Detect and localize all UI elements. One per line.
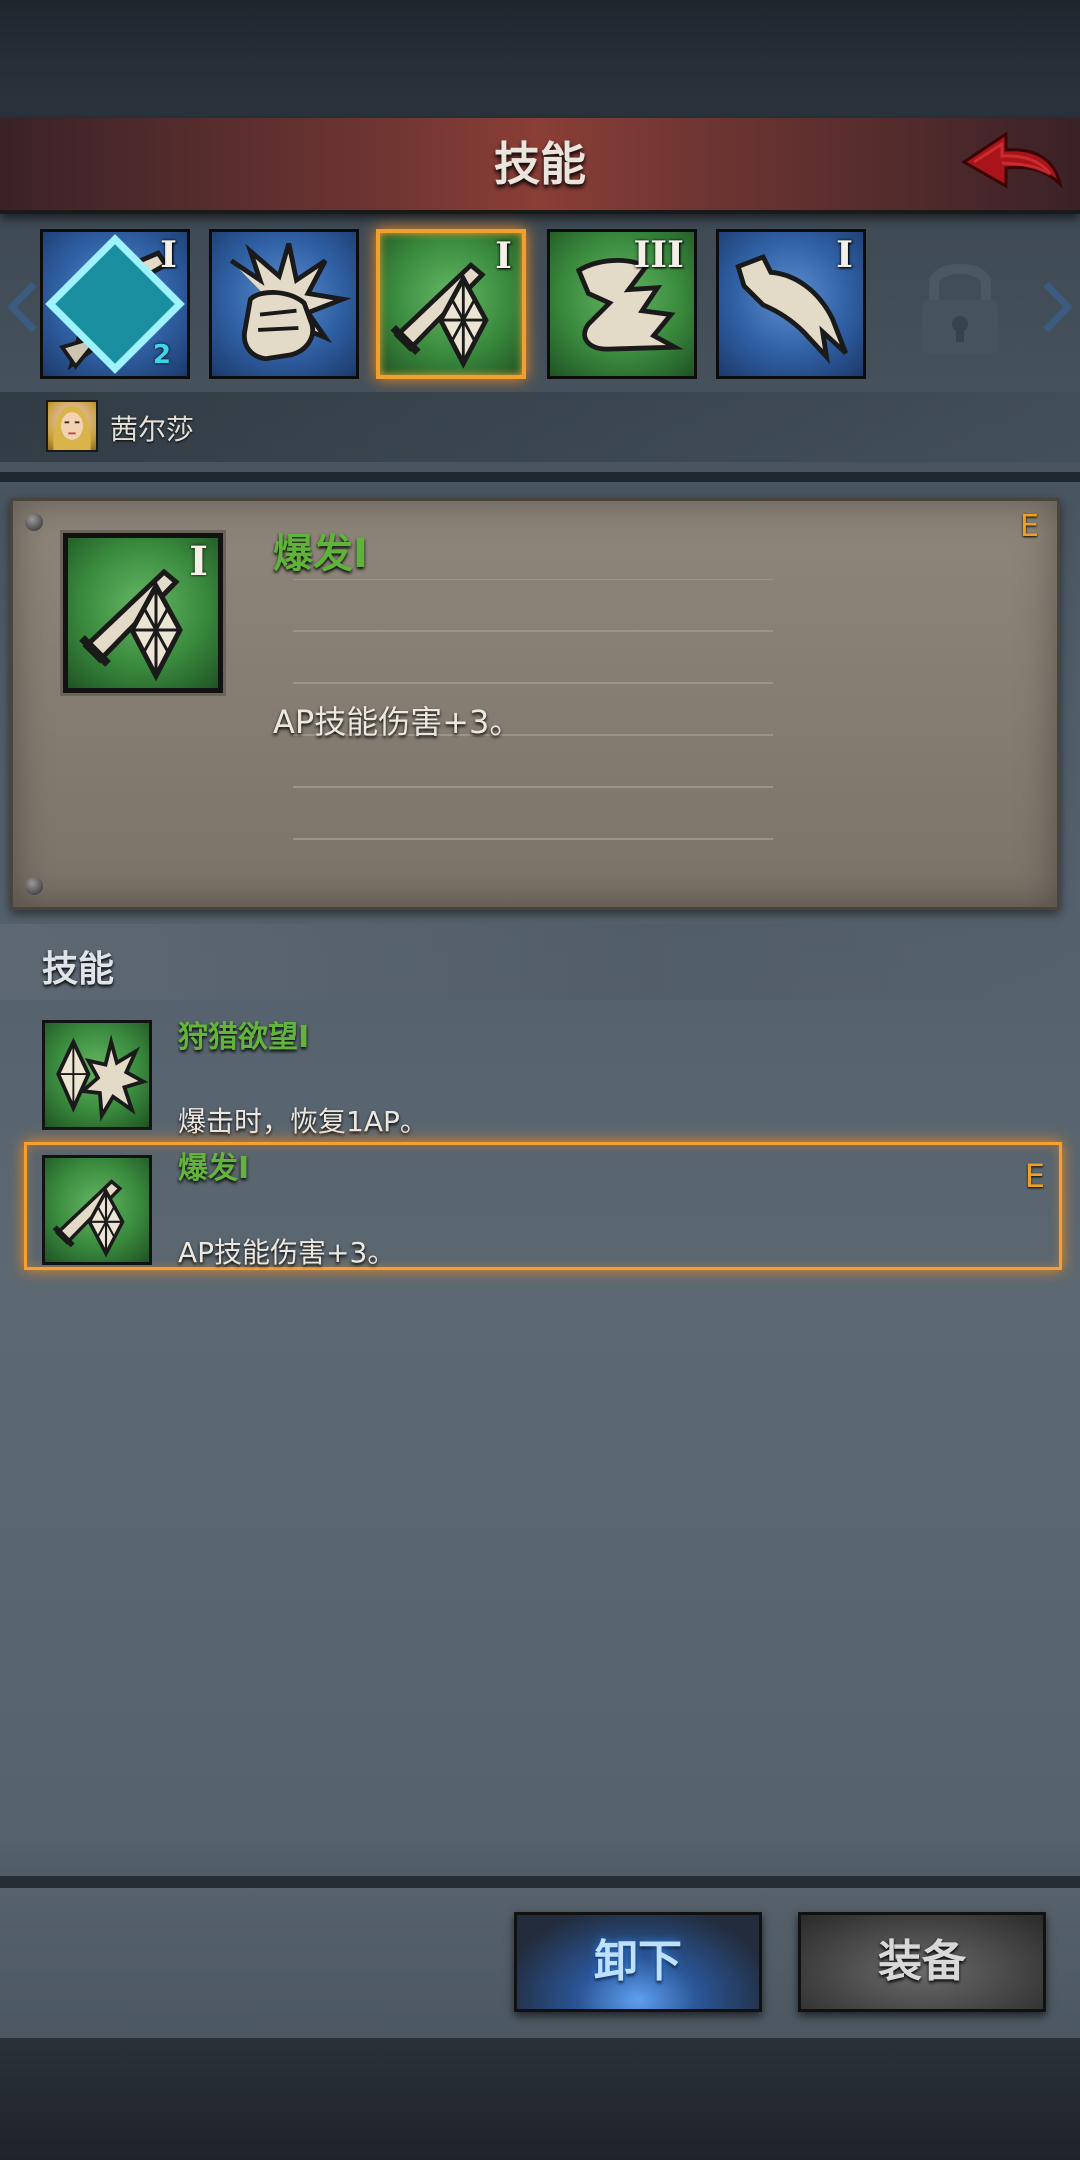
fist-impact-icon bbox=[229, 242, 352, 362]
padlock-icon bbox=[922, 264, 998, 354]
avatar[interactable] bbox=[46, 400, 98, 452]
list-skill-description: 爆击时，恢复1AP。 bbox=[178, 1105, 428, 1138]
list-skill-icon bbox=[42, 1155, 152, 1265]
skill-rank: I bbox=[836, 234, 853, 276]
chevron-right-icon[interactable] bbox=[1040, 280, 1074, 334]
title-bar: 技能 bbox=[0, 118, 1080, 214]
character-row: 茜尔莎 bbox=[0, 392, 1080, 462]
skill-tab-2[interactable] bbox=[209, 229, 359, 379]
skill-rank: I bbox=[189, 538, 208, 585]
detail-skill-icon: I bbox=[63, 533, 223, 693]
skill-tab-3[interactable]: I bbox=[376, 229, 526, 379]
rivet bbox=[25, 513, 43, 531]
skill-tab-4[interactable]: III bbox=[547, 229, 697, 379]
gem-count: 2 bbox=[152, 340, 171, 370]
chevron-left-icon[interactable] bbox=[6, 280, 40, 334]
equipped-mark: E bbox=[1020, 509, 1039, 544]
rivet bbox=[25, 877, 43, 895]
list-skill-name: 爆发I bbox=[178, 1151, 250, 1186]
list-skill-description: AP技能伤害+3。 bbox=[178, 1236, 396, 1269]
skill-detail-panel: I 爆发I AP技能伤害+3。 E bbox=[10, 498, 1060, 910]
skill-rank: I bbox=[495, 235, 512, 277]
character-name: 茜尔莎 bbox=[110, 413, 195, 446]
skill-screen: 技能 I 2 I III I 茜尔莎 I 爆发I AP技能伤害+3。 E 技能 … bbox=[0, 0, 1080, 2160]
list-item[interactable]: 爆发I AP技能伤害+3。 E bbox=[24, 1142, 1062, 1270]
action-bar: 卸下 装备 bbox=[0, 1888, 1080, 2038]
divider bbox=[0, 1876, 1080, 1888]
list-skill-icon bbox=[42, 1020, 152, 1130]
back-arrow-icon bbox=[961, 131, 1063, 189]
page-title: 技能 bbox=[494, 137, 586, 191]
crystal-burst-icon bbox=[56, 1034, 149, 1122]
detail-skill-description: AP技能伤害+3。 bbox=[273, 703, 522, 741]
section-title: 技能 bbox=[42, 949, 115, 990]
skill-tab-5[interactable]: I bbox=[716, 229, 866, 379]
detail-skill-name: 爆发I bbox=[273, 531, 368, 577]
back-button[interactable] bbox=[956, 128, 1066, 200]
status-bar-area bbox=[0, 0, 1080, 120]
equip-button[interactable]: 装备 bbox=[798, 1912, 1046, 2012]
list-skill-name: 狩猎欲望I bbox=[178, 1020, 310, 1055]
equipped-mark: E bbox=[1024, 1157, 1045, 1195]
skill-tab-1[interactable]: I 2 bbox=[40, 229, 190, 379]
character-portrait-icon bbox=[53, 405, 91, 450]
sword-crystal-icon bbox=[52, 1179, 125, 1258]
unequip-button[interactable]: 卸下 bbox=[514, 1912, 762, 2012]
skill-rank: III bbox=[633, 234, 684, 276]
divider bbox=[0, 472, 1080, 482]
skill-list-header: 技能 bbox=[0, 924, 1080, 1000]
list-item[interactable]: 狩猎欲望I 爆击时，恢复1AP。 bbox=[24, 1012, 1062, 1140]
navigation-bar-area bbox=[0, 2038, 1080, 2160]
